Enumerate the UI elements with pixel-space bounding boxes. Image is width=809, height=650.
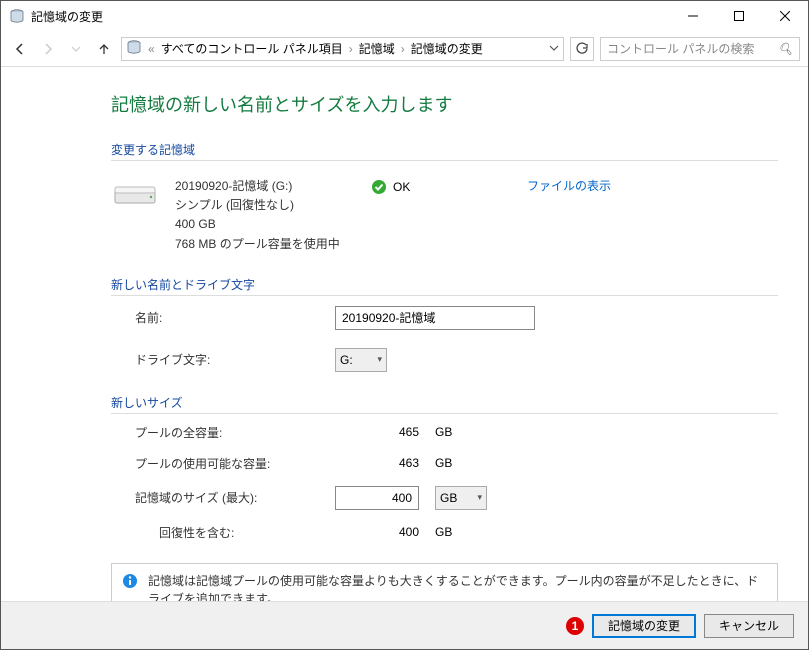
maximize-button[interactable] — [716, 1, 762, 31]
pool-total-label: プールの全容量: — [135, 424, 335, 441]
up-button[interactable] — [93, 38, 115, 60]
pool-avail-label: プールの使用可能な容量: — [135, 455, 335, 472]
storage-info: 20190920-記憶域 (G:) シンプル (回復性なし) 400 GB 76… — [175, 177, 355, 254]
drive-icon — [111, 177, 159, 209]
storage-name: 20190920-記憶域 (G:) — [175, 177, 355, 196]
back-button[interactable] — [9, 38, 31, 60]
search-placeholder: コントロール パネルの検索 — [607, 40, 754, 57]
title-bar: 記憶域の変更 — [1, 1, 808, 31]
footer: 1 記憶域の変更 キャンセル — [1, 601, 808, 649]
section-title-size: 新しいサイズ — [111, 394, 778, 414]
info-box: 記憶域は記憶域プールの使用可能な容量よりも大きくすることができます。プール内の容… — [111, 563, 778, 601]
status-cell: OK — [371, 177, 511, 195]
name-label: 名前: — [135, 309, 335, 326]
pool-avail-value: 463 — [335, 456, 435, 470]
chevron-right-icon: › — [349, 42, 353, 56]
drive-letter-label: ドライブ文字: — [135, 351, 335, 368]
minimize-button[interactable] — [670, 1, 716, 31]
storage-size: 400 GB — [175, 215, 355, 234]
app-icon — [9, 8, 25, 24]
storage-usage: 768 MB のプール容量を使用中 — [175, 235, 355, 254]
cancel-button[interactable]: キャンセル — [704, 614, 794, 638]
breadcrumb[interactable]: 記憶域 — [359, 40, 395, 57]
nav-bar: « すべてのコントロール パネル項目 › 記憶域 › 記憶域の変更 コントロール… — [1, 31, 808, 67]
max-size-label: 記憶域のサイズ (最大): — [135, 489, 335, 506]
refresh-button[interactable] — [570, 37, 594, 61]
search-icon: 🔍︎ — [778, 42, 793, 56]
forward-button[interactable] — [37, 38, 59, 60]
pool-total-value: 465 — [335, 425, 435, 439]
pool-total-unit: GB — [435, 425, 475, 439]
max-size-input[interactable] — [335, 486, 419, 510]
view-files-link[interactable]: ファイルの表示 — [527, 177, 611, 194]
search-input[interactable]: コントロール パネルの検索 🔍︎ — [600, 37, 800, 61]
close-button[interactable] — [762, 1, 808, 31]
storage-type: シンプル (回復性なし) — [175, 196, 355, 215]
section-title-storage: 変更する記憶域 — [111, 141, 778, 161]
apply-button[interactable]: 記憶域の変更 — [592, 614, 696, 638]
max-size-unit-select[interactable]: GB▾ — [435, 486, 487, 510]
window-title: 記憶域の変更 — [31, 8, 670, 25]
resiliency-label: 回復性を含む: — [159, 524, 335, 541]
resiliency-unit: GB — [435, 525, 475, 539]
status-text: OK — [393, 180, 410, 194]
breadcrumb[interactable]: 記憶域の変更 — [411, 40, 483, 57]
pool-avail-unit: GB — [435, 456, 475, 470]
page-heading: 記憶域の新しい名前とサイズを入力します — [111, 91, 808, 117]
recent-dropdown[interactable] — [65, 38, 87, 60]
address-dropdown[interactable] — [549, 42, 559, 56]
check-icon — [371, 179, 387, 195]
section-title-name: 新しい名前とドライブ文字 — [111, 276, 778, 296]
info-icon — [122, 573, 138, 589]
name-input[interactable] — [335, 306, 535, 330]
breadcrumb-prefix: « — [148, 42, 155, 56]
content-area: 記憶域の新しい名前とサイズを入力します 変更する記憶域 20190920-記憶域… — [1, 67, 808, 601]
info-text: 記憶域は記憶域プールの使用可能な容量よりも大きくすることができます。プール内の容… — [148, 572, 767, 601]
address-icon — [126, 39, 142, 58]
breadcrumb[interactable]: すべてのコントロール パネル項目 — [161, 40, 343, 57]
annotation-badge: 1 — [566, 617, 584, 635]
chevron-right-icon: › — [401, 42, 405, 56]
drive-letter-select[interactable]: G:▾ — [335, 348, 387, 372]
resiliency-value: 400 — [335, 525, 435, 539]
address-bar[interactable]: « すべてのコントロール パネル項目 › 記憶域 › 記憶域の変更 — [121, 37, 564, 61]
